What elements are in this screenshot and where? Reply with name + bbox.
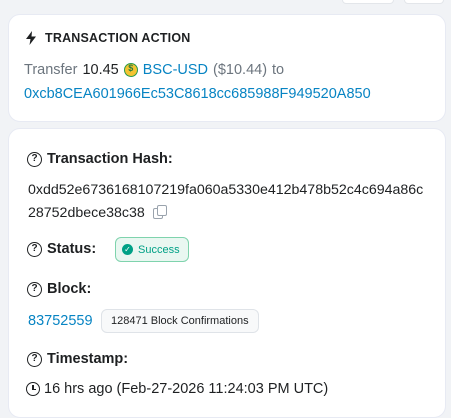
token-link[interactable]: BSC-USD: [143, 62, 208, 78]
question-circle-icon[interactable]: ?: [27, 351, 42, 367]
timestamp-value: 16 hrs ago (Feb-27-2026 11:24:03 PM UTC): [44, 381, 329, 397]
block-confirmations-badge: 128471 Block Confirmations: [101, 309, 259, 333]
timestamp-row: 16 hrs ago (Feb-27-2026 11:24:03 PM UTC): [26, 381, 328, 397]
transaction-details-card: ? Transaction Hash: 0xdd52e6736168107219…: [8, 128, 446, 418]
transaction-hash-value: 0xdd52e6736168107219fa060a5330e412b478b5…: [28, 182, 424, 221]
usd-value: ($10.44): [213, 62, 268, 78]
transfer-amount: 10.45: [82, 62, 119, 78]
block-confirmations-text: 128471 Block Confirmations: [111, 315, 249, 327]
status-value: Success: [138, 243, 180, 256]
timestamp-label: Timestamp:: [47, 351, 129, 367]
transaction-hash-label-row: ? Transaction Hash:: [27, 151, 173, 167]
transfer-summary: Transfer 10.45 BSC-USD ($10.44) to: [24, 62, 284, 78]
timestamp-label-row: ? Timestamp:: [27, 351, 128, 367]
to-address-link[interactable]: 0xcb8CEA601966Ec53C8618cc685988F949520A8…: [24, 86, 371, 102]
question-circle-icon[interactable]: ?: [27, 151, 42, 167]
status-label-row: ? Status:: [27, 241, 96, 257]
status-label: Status:: [47, 241, 97, 257]
lightning-bolt-icon: [26, 31, 36, 45]
transaction-hash-label: Transaction Hash:: [47, 151, 173, 167]
bsc-usd-coin-icon: [123, 63, 138, 77]
top-bar-remnant: [0, 0, 451, 6]
block-number-link[interactable]: 83752559: [28, 313, 93, 329]
question-circle-icon[interactable]: ?: [27, 281, 42, 297]
check-circle-icon: ✓: [122, 244, 133, 255]
transaction-action-header: TRANSACTION ACTION: [25, 31, 191, 45]
to-word: to: [272, 62, 285, 78]
status-badge: ✓ Success: [115, 237, 189, 262]
question-circle-icon[interactable]: ?: [27, 241, 42, 257]
top-button-remnant[interactable]: [404, 0, 444, 4]
block-label: Block:: [47, 281, 92, 297]
clock-icon: [26, 382, 40, 396]
block-label-row: ? Block:: [27, 281, 91, 297]
transaction-action-title: TRANSACTION ACTION: [45, 31, 191, 45]
transfer-word: Transfer: [24, 62, 78, 78]
transaction-action-card: TRANSACTION ACTION Transfer 10.45 BSC-US…: [8, 14, 446, 122]
copy-icon[interactable]: [152, 205, 167, 219]
transaction-hash-value-row: 0xdd52e6736168107219fa060a5330e412b478b5…: [28, 179, 428, 225]
top-button-remnant[interactable]: [342, 0, 394, 4]
